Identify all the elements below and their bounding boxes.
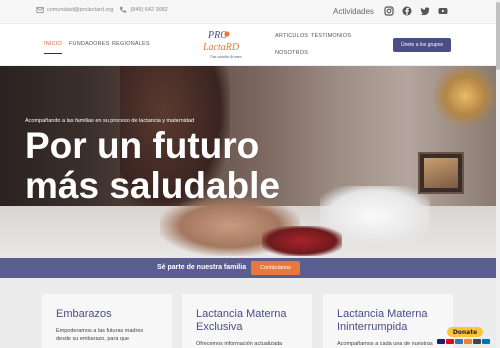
hero-image-lamp xyxy=(434,66,496,126)
nav-regionales[interactable]: REGIONALES xyxy=(112,41,150,47)
email-link[interactable]: comunidad@prolactard.org xyxy=(47,7,113,13)
hero-image-child xyxy=(262,226,342,256)
logo-text-lactard: LactaRD xyxy=(202,42,240,53)
service-card-embarazos[interactable]: Embarazos Empoderamos a las futuras madr… xyxy=(42,294,172,348)
join-groups-button[interactable]: Únete a los grupos xyxy=(393,38,451,52)
card-title: Embarazos xyxy=(56,308,112,320)
payment-card-icons xyxy=(437,339,490,344)
card-text: Acompañamos a cada una de nuestras xyxy=(337,341,433,347)
top-bar: comunidad@prolactard.org (849) 642 3682 … xyxy=(0,0,500,24)
hero-title-line2: más saludable xyxy=(25,165,281,206)
card-title: Ininterrumpida xyxy=(337,321,408,333)
card-icon xyxy=(473,339,481,344)
mastercard-icon xyxy=(446,339,454,344)
nav-fundadores[interactable]: FUNDADORES xyxy=(69,41,110,47)
phone-icon xyxy=(120,6,127,13)
service-card-lactancia-exclusiva[interactable]: Lactancia Materna Exclusiva Ofrecemos in… xyxy=(182,294,312,348)
hero-title: Por un futuro más saludable xyxy=(25,126,305,206)
site-logo[interactable]: PRO LactaRD Una cuestión de amor xyxy=(200,26,260,62)
paypal-icon xyxy=(482,339,490,344)
instagram-icon[interactable] xyxy=(384,6,394,16)
discover-icon xyxy=(464,339,472,344)
paypal-donate: Donate xyxy=(437,326,495,348)
hero-title-line1: Por un futuro xyxy=(25,125,260,166)
logo-graphic: PRO LactaRD Una cuestión de amor xyxy=(202,30,242,59)
email-icon xyxy=(36,7,44,13)
hero-banner: Acompañando a las familias en su proceso… xyxy=(0,66,496,258)
contact-button[interactable]: Contáctanos xyxy=(251,261,300,275)
page-scrollbar[interactable] xyxy=(496,0,500,348)
card-title: Lactancia Materna xyxy=(337,308,428,320)
phone-link[interactable]: (849) 642 3682 xyxy=(130,7,167,13)
nav-testimonios[interactable]: TESTIMONIOS xyxy=(311,33,351,39)
nav-nosotros[interactable]: NOSOTROS xyxy=(275,50,308,56)
amex-icon xyxy=(455,339,463,344)
visa-icon xyxy=(437,339,445,344)
services-section: Embarazos Empoderamos a las futuras madr… xyxy=(0,278,496,348)
service-card-lactancia-ininterrumpida[interactable]: Lactancia Materna Ininterrumpida Acompañ… xyxy=(323,294,453,348)
activities-link[interactable]: Actividades xyxy=(333,7,374,16)
card-text: Empoderamos a las futuras madres xyxy=(56,328,144,334)
join-strip-text: Sé parte de nuestra familia xyxy=(157,264,247,271)
facebook-icon[interactable] xyxy=(402,6,412,16)
card-text: Ofrecemos información actualizada xyxy=(196,341,283,347)
twitter-icon[interactable] xyxy=(420,6,430,16)
join-strip: Sé parte de nuestra familia Contáctanos xyxy=(0,258,496,278)
card-title: Exclusiva xyxy=(196,321,243,333)
hero-subtitle: Acompañando a las familias en su proceso… xyxy=(25,118,195,124)
youtube-icon[interactable] xyxy=(438,6,448,16)
contact-info: comunidad@prolactard.org (849) 642 3682 xyxy=(36,6,168,14)
logo-text-pro: PRO xyxy=(207,30,227,41)
card-title: Lactancia Materna xyxy=(196,308,287,320)
scrollbar-thumb[interactable] xyxy=(496,2,500,70)
nav-articulos[interactable]: ARTICULOS xyxy=(275,33,308,39)
card-text: desde su embarazo, para que xyxy=(56,336,130,342)
nav-inicio[interactable]: INICIO xyxy=(44,41,63,54)
donate-button[interactable]: Donate xyxy=(447,327,483,337)
logo-tagline: Una cuestión de amor xyxy=(210,55,242,59)
